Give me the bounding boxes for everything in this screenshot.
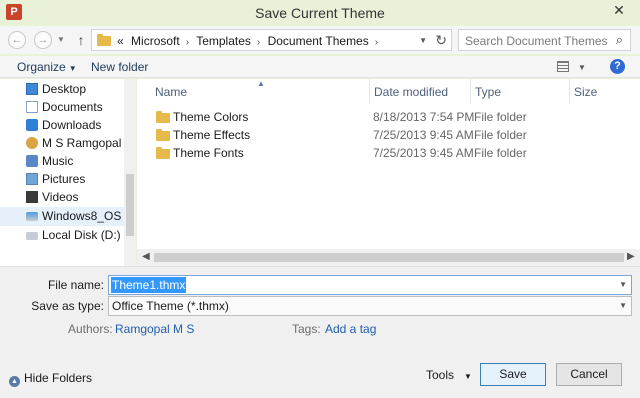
table-row[interactable]: Theme Effects 7/25/2013 9:45 AM File fol… xyxy=(137,126,607,144)
table-row[interactable]: Theme Colors 8/18/2013 7:54 PM File fold… xyxy=(137,108,607,126)
view-options-icon[interactable] xyxy=(557,61,569,72)
view-options-chevron-icon[interactable]: ▼ xyxy=(578,63,586,72)
save-type-label: Save as type: xyxy=(31,299,104,313)
recent-locations-chevron-icon[interactable]: ▼ xyxy=(57,35,65,44)
file-date: 7/25/2013 9:45 AM xyxy=(373,146,474,160)
scroll-right-icon[interactable]: ▶ xyxy=(627,251,635,262)
authors-label: Authors: xyxy=(68,322,113,336)
file-date: 8/18/2013 7:54 PM xyxy=(373,110,475,124)
sidebar-item-documents[interactable]: Documents xyxy=(0,98,124,116)
sidebar-item-videos[interactable]: Videos xyxy=(0,188,124,206)
pictures-icon xyxy=(26,173,38,185)
search-placeholder: Search Document Themes xyxy=(465,34,608,48)
file-type: File folder xyxy=(474,128,527,142)
cancel-button[interactable]: Cancel xyxy=(556,363,622,386)
chevron-right-icon[interactable]: › xyxy=(375,37,378,48)
user-icon xyxy=(26,137,38,149)
tools-menu-button[interactable]: Tools ▼ xyxy=(426,368,472,382)
navigation-pane: Desktop Documents Downloads M S Ramgopal… xyxy=(0,79,136,266)
breadcrumb-templates[interactable]: Templates xyxy=(196,34,251,48)
file-type: File folder xyxy=(474,146,527,160)
sidebar-item-local-disk[interactable]: Local Disk (D:) xyxy=(0,226,124,244)
window-title: Save Current Theme xyxy=(255,5,385,21)
sidebar-item-downloads[interactable]: Downloads xyxy=(0,116,124,134)
forward-arrow-icon[interactable]: → xyxy=(34,31,52,49)
sidebar-item-user[interactable]: M S Ramgopal (ra xyxy=(0,134,124,152)
caret-down-icon: ▼ xyxy=(68,64,77,73)
sidebar-item-music[interactable]: Music xyxy=(0,152,124,170)
drive-icon xyxy=(26,212,38,221)
sidebar-item-pictures[interactable]: Pictures xyxy=(0,170,124,188)
breadcrumb-document-themes[interactable]: Document Themes xyxy=(268,34,369,48)
scrollbar-thumb[interactable] xyxy=(154,253,624,262)
back-arrow-icon[interactable]: ← xyxy=(8,31,26,49)
refresh-icon[interactable]: ↻ xyxy=(435,32,447,49)
file-list: ▲ Name Date modified Type Size Theme Col… xyxy=(137,79,640,266)
chevron-right-icon[interactable]: › xyxy=(257,37,260,48)
search-input[interactable]: Search Document Themes ⌕ xyxy=(458,29,631,51)
sidebar-item-windows8-os[interactable]: Windows8_OS (C:) xyxy=(0,207,124,226)
music-icon xyxy=(26,155,38,167)
new-folder-button[interactable]: New folder xyxy=(91,60,148,74)
file-type: File folder xyxy=(474,110,527,124)
scroll-left-icon[interactable]: ◀ xyxy=(142,251,150,262)
downloads-icon xyxy=(26,119,38,131)
search-icon[interactable]: ⌕ xyxy=(616,32,623,48)
breadcrumb: « Microsoft › Templates › Document Themes › xyxy=(117,34,382,48)
sort-ascending-icon: ▲ xyxy=(257,79,265,88)
address-bar[interactable]: « Microsoft › Templates › Document Themes ›… xyxy=(91,29,452,51)
column-header-name[interactable]: Name xyxy=(155,85,187,99)
sidebar-item-desktop[interactable]: Desktop xyxy=(0,80,124,98)
column-divider[interactable] xyxy=(470,79,471,103)
address-row: ← → ▼ ↑ « Microsoft › Templates › Document… xyxy=(0,26,640,54)
up-arrow-icon[interactable]: ↑ xyxy=(74,31,88,49)
column-header-date[interactable]: Date modified xyxy=(374,85,448,99)
horizontal-scrollbar[interactable]: ◀ ▶ xyxy=(137,249,640,266)
folder-icon xyxy=(156,129,170,141)
scrollbar-thumb[interactable] xyxy=(126,174,134,236)
chevron-right-icon[interactable]: › xyxy=(186,37,189,48)
close-button[interactable]: ✕ xyxy=(602,0,636,20)
save-type-select[interactable]: Office Theme (*.thmx) ▼ xyxy=(108,296,632,316)
navigation-scrollbar[interactable] xyxy=(124,79,136,266)
drive-icon xyxy=(26,232,38,240)
organize-button[interactable]: Organize ▼ xyxy=(17,60,77,74)
column-divider[interactable] xyxy=(369,79,370,103)
folder-icon xyxy=(97,34,111,46)
chevron-down-icon[interactable]: ▼ xyxy=(619,280,627,289)
file-name: Theme Effects xyxy=(173,128,251,142)
file-name-field[interactable]: Theme1.thmx ▼ xyxy=(108,275,632,295)
add-tag-link[interactable]: Add a tag xyxy=(325,322,376,336)
file-name-value[interactable]: Theme1.thmx xyxy=(111,277,187,293)
tags-label: Tags: xyxy=(292,322,321,336)
caret-down-icon: ▼ xyxy=(464,372,472,381)
chevron-down-icon[interactable]: ▼ xyxy=(619,301,627,310)
save-button[interactable]: Save xyxy=(480,363,546,386)
file-name: Theme Fonts xyxy=(173,146,244,160)
address-dropdown-chevron-icon[interactable]: ▼ xyxy=(419,36,427,45)
help-icon[interactable]: ? xyxy=(610,59,625,74)
folder-icon xyxy=(156,147,170,159)
breadcrumb-microsoft[interactable]: Microsoft xyxy=(131,34,180,48)
hide-folders-button[interactable]: ▲ Hide Folders xyxy=(9,371,92,387)
column-divider[interactable] xyxy=(569,79,570,103)
table-row[interactable]: Theme Fonts 7/25/2013 9:45 AM File folde… xyxy=(137,144,607,162)
videos-icon xyxy=(26,191,38,203)
title-bar: P Save Current Theme ✕ xyxy=(0,0,640,26)
save-options-pane: File name: Theme1.thmx ▼ Save as type: O… xyxy=(0,266,640,398)
folder-icon xyxy=(156,111,170,123)
command-bar: Organize ▼ New folder ▼ ? xyxy=(0,56,640,78)
documents-icon xyxy=(26,101,38,113)
file-name: Theme Colors xyxy=(173,110,249,124)
save-type-value: Office Theme (*.thmx) xyxy=(112,299,229,313)
file-date: 7/25/2013 9:45 AM xyxy=(373,128,474,142)
column-header-size[interactable]: Size xyxy=(574,85,597,99)
file-name-label: File name: xyxy=(47,278,104,292)
column-header-type[interactable]: Type xyxy=(475,85,501,99)
breadcrumb-overflow[interactable]: « xyxy=(117,34,124,48)
desktop-icon xyxy=(26,83,38,95)
collapse-icon: ▲ xyxy=(9,376,20,387)
authors-value[interactable]: Ramgopal M S xyxy=(115,322,194,336)
